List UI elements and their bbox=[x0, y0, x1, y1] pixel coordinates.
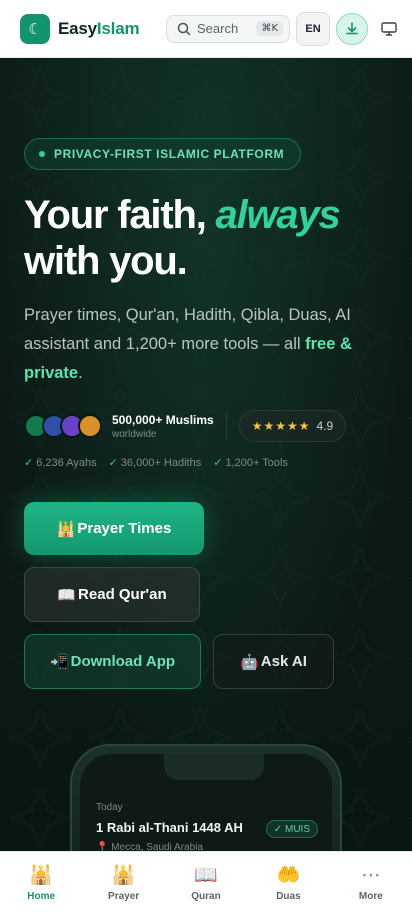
theme-toggle-button[interactable] bbox=[378, 18, 400, 40]
hero-headline: Your faith, always with you. bbox=[24, 192, 341, 284]
phone-mockup: Today 1 Rabi al-Thani 1448 AH 📍 Mecca, S… bbox=[70, 744, 342, 851]
nav-prayer-label: Prayer bbox=[108, 891, 140, 902]
divider bbox=[225, 412, 227, 440]
count-ayahs: ✓ 6,236 Ayahs bbox=[24, 456, 97, 469]
count-ayahs-text: 6,236 Ayahs bbox=[36, 457, 97, 469]
users-sub: worldwide bbox=[112, 428, 157, 440]
social-proof: 500,000+ Muslims worldwide ★★★★★ 4.9 bbox=[24, 408, 388, 444]
mosque-icon: 🕌 bbox=[56, 520, 76, 538]
nav-home[interactable]: 🕌 Home bbox=[0, 852, 82, 915]
bottom-navigation: 🕌 Home 🕌 Prayer 📖 Quran 🤲 Duas ⋯ More bbox=[0, 851, 412, 915]
phone-notch bbox=[164, 754, 264, 780]
nav-duas[interactable]: 🤲 Duas bbox=[247, 852, 329, 915]
check-icon: ✓ bbox=[108, 457, 118, 469]
pin-icon: 📍 bbox=[96, 842, 109, 851]
users-count: 500,000+ Muslims bbox=[112, 412, 214, 427]
content-counts: ✓ 6,236 Ayahs ✓ 36,000+ Hadiths ✓ 1,200+ To… bbox=[24, 456, 288, 469]
star-pattern-background bbox=[0, 58, 412, 851]
count-hadiths-text: 36,000+ Hadiths bbox=[120, 457, 202, 469]
prayer-times-button[interactable]: 🕌 Prayer Times bbox=[24, 502, 204, 555]
indonesia-flag-icon bbox=[78, 414, 102, 438]
star-rating-icon: ★★★★★ bbox=[251, 419, 311, 433]
nav-more-label: More bbox=[358, 891, 383, 902]
headline-emphasis: always bbox=[215, 193, 341, 237]
headline-start: Your faith, bbox=[24, 193, 216, 237]
search-button[interactable]: Search ⌘K bbox=[166, 14, 290, 43]
phone-location: 📍 Mecca, Saudi Arabia bbox=[96, 842, 203, 851]
search-shortcut: ⌘K bbox=[256, 21, 283, 36]
download-button[interactable] bbox=[336, 12, 368, 45]
search-label: Search bbox=[197, 21, 239, 36]
rating-value: 4.9 bbox=[316, 419, 334, 433]
check-icon: ✓ bbox=[24, 457, 34, 469]
brand-prefix: Easy bbox=[58, 18, 97, 38]
nav-duas-label: Duas bbox=[276, 891, 301, 902]
prayer-times-label: Prayer Times bbox=[77, 520, 172, 537]
download-icon bbox=[346, 21, 358, 34]
phone-icon: 📲 bbox=[49, 653, 69, 671]
status-dot bbox=[39, 151, 45, 157]
description-text: Prayer times, Qur'an, Hadith, Qibla, Dua… bbox=[24, 306, 351, 353]
method-chip: ✓ MUIS bbox=[265, 820, 318, 838]
description-end: . bbox=[78, 364, 83, 382]
nav-quran-label: Quran bbox=[191, 891, 221, 902]
phone-screen: Today 1 Rabi al-Thani 1448 AH 📍 Mecca, S… bbox=[80, 754, 332, 851]
hero-section: PRIVACY-FIRST ISLAMIC PLATFORM Your fait… bbox=[0, 58, 412, 851]
mosque-icon: 🕌 bbox=[29, 865, 54, 886]
logo-crescent-icon[interactable]: ☾ bbox=[20, 13, 50, 44]
privacy-badge: PRIVACY-FIRST ISLAMIC PLATFORM bbox=[24, 138, 302, 170]
phone-today-label: Today bbox=[96, 802, 123, 813]
nav-home-label: Home bbox=[27, 891, 56, 902]
brand-name[interactable]: EasyIslam bbox=[58, 18, 140, 39]
book-icon: 📖 bbox=[57, 586, 77, 604]
check-icon: ✓ bbox=[213, 457, 223, 469]
read-quran-button[interactable]: 📖 Read Qur'an bbox=[24, 567, 200, 622]
hero-description: Prayer times, Qur'an, Hadith, Qibla, Dua… bbox=[24, 301, 384, 388]
download-app-button[interactable]: 📲 Download App bbox=[24, 634, 201, 689]
rating-badge: ★★★★★ 4.9 bbox=[238, 410, 347, 442]
read-quran-label: Read Qur'an bbox=[78, 586, 167, 603]
count-hadiths: ✓ 36,000+ Hadiths bbox=[109, 456, 202, 469]
brand-suffix: Islam bbox=[96, 18, 140, 38]
nav-quran[interactable]: 📖 Quran bbox=[165, 852, 247, 915]
ask-ai-button[interactable]: 🤖 Ask AI bbox=[213, 634, 334, 689]
robot-icon: 🤖 bbox=[240, 653, 259, 671]
headline-line2: with you. bbox=[24, 239, 188, 283]
users-stat: 500,000+ Muslims worldwide bbox=[112, 413, 214, 440]
download-app-label: Download App bbox=[70, 653, 176, 670]
location-text: Mecca, Saudi Arabia bbox=[111, 842, 203, 851]
monitor-icon bbox=[381, 21, 397, 36]
search-icon bbox=[177, 22, 191, 35]
badge-text: PRIVACY-FIRST ISLAMIC PLATFORM bbox=[54, 147, 285, 161]
top-header: ☾ EasyIslam Search ⌘K EN bbox=[0, 0, 412, 58]
count-tools: ✓ 1,200+ Tools bbox=[213, 456, 288, 469]
flag-avatars bbox=[24, 414, 102, 438]
language-button[interactable]: EN bbox=[296, 11, 330, 46]
nav-prayer[interactable]: 🕌 Prayer bbox=[82, 852, 164, 915]
prayer-icon: 🕌 bbox=[111, 865, 136, 886]
more-icon: ⋯ bbox=[361, 865, 381, 886]
ask-ai-label: Ask AI bbox=[260, 653, 307, 670]
hijri-date: 1 Rabi al-Thani 1448 AH bbox=[96, 820, 243, 835]
count-tools-text: 1,200+ Tools bbox=[225, 457, 288, 469]
book-icon: 📖 bbox=[194, 865, 218, 886]
nav-more[interactable]: ⋯ More bbox=[330, 852, 412, 915]
hands-icon: 🤲 bbox=[276, 865, 301, 886]
